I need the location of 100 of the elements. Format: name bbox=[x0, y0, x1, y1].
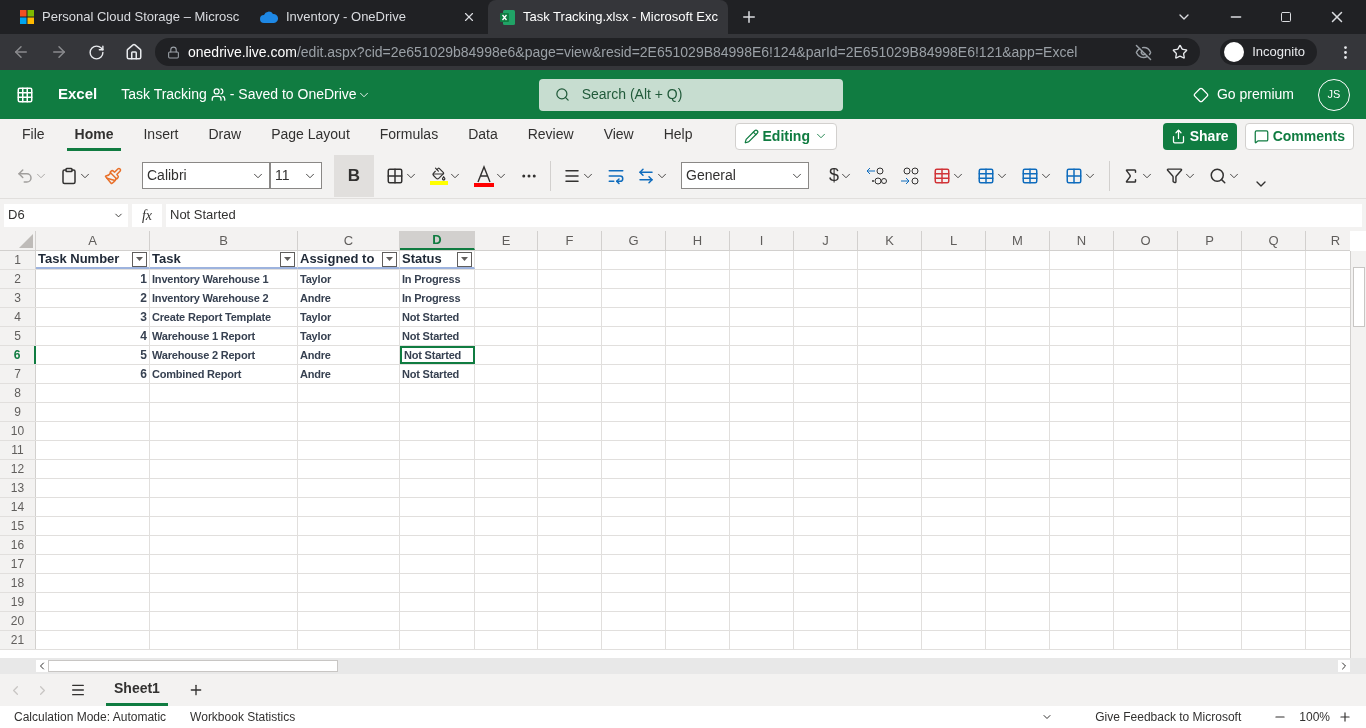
row-header[interactable]: 4 bbox=[0, 308, 36, 326]
row-header[interactable]: 13 bbox=[0, 479, 36, 497]
table-cell[interactable]: In Progress bbox=[400, 289, 475, 307]
row-header[interactable]: 6 bbox=[0, 346, 36, 364]
row-header[interactable]: 15 bbox=[0, 517, 36, 535]
workbook-statistics-link[interactable]: Workbook Statistics bbox=[190, 708, 296, 726]
column-header[interactable]: L bbox=[922, 231, 986, 250]
bold-button[interactable]: B bbox=[334, 154, 374, 197]
table-cell[interactable]: Andre bbox=[298, 289, 400, 307]
filter-dropdown-button[interactable] bbox=[457, 251, 472, 267]
calculation-mode-text[interactable]: Calculation Mode: Automatic bbox=[14, 708, 167, 726]
address-field[interactable]: onedrive.live.com/edit.aspx?cid=2e651029b84998e6&page=view&resid=2E651029B84998E6!124&parId=2E651029B84998E6!121&app=Excel bbox=[155, 38, 1201, 66]
row-header[interactable]: 21 bbox=[0, 631, 36, 649]
row-header[interactable]: 10 bbox=[0, 422, 36, 440]
table-cell[interactable]: Combined Report bbox=[150, 365, 298, 383]
name-box[interactable]: D6 bbox=[4, 203, 128, 227]
table-header-cell[interactable]: Task bbox=[150, 251, 298, 269]
profile-chip[interactable]: Incognito bbox=[1220, 39, 1317, 65]
scroll-left-icon[interactable] bbox=[36, 660, 48, 672]
scrollbar-thumb[interactable] bbox=[1352, 267, 1365, 327]
row-header[interactable]: 8 bbox=[0, 384, 36, 402]
sort-filter-icon[interactable] bbox=[1166, 167, 1183, 184]
column-header[interactable]: I bbox=[730, 231, 794, 250]
document-title[interactable]: Task Tracking bbox=[121, 84, 207, 105]
table-cell[interactable]: Andre bbox=[298, 365, 400, 383]
table-cell[interactable]: Not Started bbox=[400, 346, 475, 364]
decrease-decimal-icon[interactable] bbox=[865, 165, 887, 186]
number-format-field[interactable]: General bbox=[681, 162, 809, 189]
column-header[interactable]: M bbox=[986, 231, 1050, 250]
browser-tab[interactable]: Personal Cloud Storage – Microsc bbox=[8, 0, 248, 34]
column-header[interactable]: F bbox=[538, 231, 602, 250]
ribbon-tab[interactable]: Help bbox=[655, 121, 701, 151]
eye-off-icon[interactable] bbox=[1135, 43, 1153, 61]
merge-icon[interactable] bbox=[637, 166, 655, 185]
ribbon-tab[interactable]: File bbox=[14, 121, 53, 151]
close-icon[interactable] bbox=[462, 10, 476, 24]
column-header[interactable]: A bbox=[36, 231, 150, 250]
fill-color-icon[interactable] bbox=[430, 166, 448, 185]
table-cell[interactable]: In Progress bbox=[400, 270, 475, 288]
table-header-cell[interactable]: Assigned to bbox=[298, 251, 400, 269]
table-cell[interactable]: 3 bbox=[36, 308, 150, 326]
app-name[interactable]: Excel bbox=[58, 83, 98, 106]
table-cell[interactable]: 5 bbox=[36, 346, 150, 364]
paste-icon[interactable] bbox=[60, 166, 78, 185]
row-header[interactable]: 5 bbox=[0, 327, 36, 345]
row-header[interactable]: 19 bbox=[0, 593, 36, 611]
table-cell[interactable]: Inventory Warehouse 1 bbox=[150, 270, 298, 288]
row-header[interactable]: 3 bbox=[0, 289, 36, 307]
column-header[interactable]: K bbox=[858, 231, 922, 250]
vertical-scrollbar[interactable] bbox=[1350, 251, 1366, 658]
table-cell[interactable]: 6 bbox=[36, 365, 150, 383]
filter-dropdown-button[interactable] bbox=[382, 251, 397, 267]
browser-tab[interactable]: Task Tracking.xlsx - Microsoft Exc bbox=[488, 0, 728, 34]
column-header[interactable]: G bbox=[602, 231, 666, 250]
table-cell[interactable]: Warehouse 1 Report bbox=[150, 327, 298, 345]
table-cell[interactable]: Warehouse 2 Report bbox=[150, 346, 298, 364]
table-cell[interactable]: Create Report Template bbox=[150, 308, 298, 326]
table-cell[interactable]: 4 bbox=[36, 327, 150, 345]
table-header-cell[interactable]: Status bbox=[400, 251, 475, 269]
format-painter-icon[interactable] bbox=[104, 166, 122, 185]
table-cell[interactable]: Taylor bbox=[298, 270, 400, 288]
row-header[interactable]: 11 bbox=[0, 441, 36, 459]
insert-cells-icon[interactable] bbox=[1065, 166, 1083, 185]
row-header[interactable]: 17 bbox=[0, 555, 36, 573]
restore-icon[interactable] bbox=[1280, 11, 1292, 23]
share-button[interactable]: Share bbox=[1162, 122, 1237, 150]
zoom-in-icon[interactable] bbox=[1338, 710, 1352, 724]
column-header[interactable]: Q bbox=[1242, 231, 1306, 250]
table-cell[interactable]: Andre bbox=[298, 346, 400, 364]
table-cell[interactable]: Inventory Warehouse 2 bbox=[150, 289, 298, 307]
ribbon-tab[interactable]: View bbox=[595, 121, 642, 151]
all-sheets-icon[interactable] bbox=[70, 682, 86, 698]
table-cell[interactable]: 1 bbox=[36, 270, 150, 288]
row-header[interactable]: 7 bbox=[0, 365, 36, 383]
font-color-icon[interactable] bbox=[474, 164, 494, 187]
search-field[interactable]: Search (Alt + Q) bbox=[538, 78, 843, 111]
feedback-link[interactable]: Give Feedback to Microsoft bbox=[1095, 708, 1242, 726]
table-cell[interactable]: 2 bbox=[36, 289, 150, 307]
save-status[interactable]: - Saved to OneDrive bbox=[229, 84, 357, 105]
table-cell[interactable]: Taylor bbox=[298, 308, 400, 326]
comments-button[interactable]: Comments bbox=[1244, 122, 1354, 150]
ribbon-tab[interactable]: Insert bbox=[135, 121, 187, 151]
table-cell[interactable]: Not Started bbox=[400, 365, 475, 383]
zoom-level[interactable]: 100% bbox=[1299, 708, 1330, 726]
column-header[interactable]: J bbox=[794, 231, 858, 250]
bookmark-star-icon[interactable] bbox=[1172, 44, 1189, 60]
column-header[interactable]: P bbox=[1178, 231, 1242, 250]
table-cell[interactable]: Not Started bbox=[400, 308, 475, 326]
column-header[interactable]: B bbox=[150, 231, 298, 250]
row-header[interactable]: 12 bbox=[0, 460, 36, 478]
column-header[interactable]: N bbox=[1050, 231, 1114, 250]
row-header[interactable]: 20 bbox=[0, 612, 36, 630]
forward-icon[interactable] bbox=[50, 43, 68, 61]
borders-icon[interactable] bbox=[386, 166, 404, 185]
function-button[interactable]: fx bbox=[132, 203, 162, 227]
conditional-format-icon[interactable] bbox=[933, 166, 951, 185]
horizontal-scrollbar[interactable] bbox=[36, 659, 1350, 673]
app-launcher-icon[interactable] bbox=[16, 85, 34, 104]
ribbon-tab[interactable]: Review bbox=[519, 121, 582, 151]
editing-mode-button[interactable]: Editing bbox=[734, 122, 837, 150]
